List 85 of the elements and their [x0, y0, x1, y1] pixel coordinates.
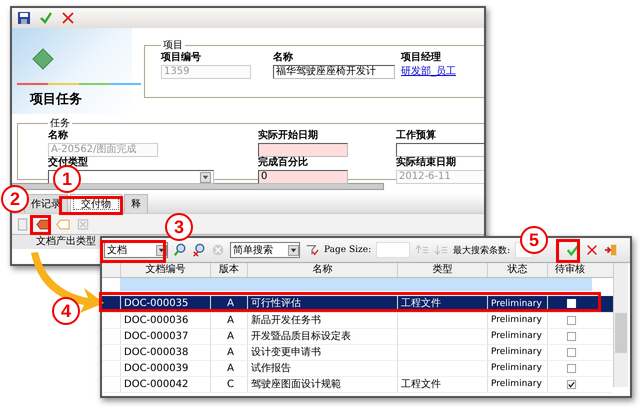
table-row[interactable]: DOC-000042 C 驾驶座图面设计规範 工程文件 Preliminary	[102, 377, 613, 393]
column-header[interactable]: 名称	[247, 263, 397, 277]
caret-icon[interactable]	[200, 172, 211, 182]
save-icon[interactable]	[17, 11, 31, 25]
table-cell: A	[227, 298, 234, 309]
table-cell: Preliminary	[491, 347, 542, 357]
table-cell: 新品开发任务书	[251, 315, 321, 326]
max-results-label: 最大搜索条数:	[453, 244, 510, 256]
table-cell: A	[227, 331, 234, 342]
highlight-frame	[100, 240, 166, 263]
highlight-frame	[556, 239, 580, 263]
table-cell: DOC-000037	[124, 331, 188, 342]
field-label: 名称	[273, 52, 294, 64]
table-cell: Preliminary	[491, 299, 542, 309]
diamond-icon	[32, 48, 54, 70]
table-cell: A	[227, 347, 234, 358]
column-header[interactable]: 状态	[487, 263, 547, 277]
table-cell: DOC-000039	[124, 363, 188, 374]
search-icon[interactable]	[173, 243, 187, 257]
table-cell: 工程文件	[401, 379, 441, 390]
close-icon[interactable]	[585, 243, 599, 257]
step-callout: 5	[520, 226, 548, 254]
table-cell: Preliminary	[491, 315, 542, 325]
table-cell: 试作报告	[251, 363, 291, 374]
table-cell: Preliminary	[491, 363, 542, 373]
checkbox[interactable]	[567, 332, 576, 341]
group-legend: 任务	[48, 116, 72, 130]
checkbox[interactable]	[567, 380, 576, 389]
column-header[interactable]: 类型	[397, 263, 487, 277]
table-row[interactable]: DOC-000039 A 试作报告 Preliminary	[102, 361, 613, 377]
tag-icon[interactable]	[36, 218, 50, 230]
column-header[interactable]: 待审核	[547, 263, 592, 277]
page-size-field[interactable]	[376, 242, 410, 258]
table-cell: DOC-000035	[124, 298, 188, 309]
table-cell: A	[227, 315, 234, 326]
search-mode-dropdown[interactable]: 简单搜索	[230, 242, 300, 258]
scrollbar[interactable]	[613, 263, 628, 387]
table-cell: C	[227, 379, 234, 390]
checkbox[interactable]	[567, 316, 576, 325]
table-cell: 可行性评估	[251, 298, 301, 309]
column-header[interactable]: 文档编号	[120, 263, 210, 277]
field-label: 项目编号	[161, 52, 202, 64]
field-label: 名称	[48, 130, 69, 142]
field-label: 实际开始日期	[258, 130, 319, 142]
page-size-label: Page Size:	[324, 245, 372, 255]
caret-icon[interactable]	[288, 244, 299, 256]
field-label: 完成百分比	[258, 157, 309, 169]
input-field[interactable]	[396, 143, 484, 157]
table-cell: Preliminary	[491, 331, 542, 341]
close-icon[interactable]	[61, 11, 75, 25]
document-type-dropdown[interactable]: 文档	[104, 242, 168, 258]
table-cell: DOC-000038	[124, 347, 188, 358]
checkbox[interactable]	[567, 364, 576, 373]
table-cell: 开发暨品质目标设定表	[251, 331, 351, 342]
checkbox[interactable]	[567, 348, 576, 357]
step-callout: 4	[52, 297, 80, 325]
check-icon[interactable]	[566, 243, 580, 257]
field-label: 项目经理	[401, 52, 442, 64]
clear-search-icon[interactable]	[192, 243, 206, 257]
group-legend: 项目	[161, 38, 185, 52]
table-row[interactable]: DOC-000037 A 开发暨品质目标设定表 Preliminary	[102, 329, 613, 345]
input-field[interactable]: 0	[258, 170, 348, 184]
table-cell: 工程文件	[401, 298, 441, 309]
table-cell: DOC-000036	[124, 315, 188, 326]
table-cell: Preliminary	[491, 379, 542, 389]
field-label: 工作预算	[396, 130, 437, 142]
step-callout: 2	[1, 185, 29, 213]
highlight-frame	[59, 196, 123, 215]
manager-link[interactable]: 研发部_员工	[401, 64, 481, 78]
table-row[interactable]: DOC-000038 A 设计变更申请书 Preliminary	[102, 345, 613, 361]
highlight-frame	[30, 215, 51, 235]
column-header[interactable]: 版本	[210, 263, 247, 277]
table-row[interactable]: DOC-000036 A 新品开发任务书 Preliminary	[102, 313, 613, 329]
input-field[interactable]	[258, 143, 348, 157]
column-header: 文档产出类型	[36, 236, 96, 247]
check-icon[interactable]	[39, 11, 53, 25]
exit-icon[interactable]	[604, 243, 618, 257]
table-cell: 驾驶座图面设计规範	[251, 379, 341, 390]
page-title: 项目任务	[30, 91, 82, 108]
table-cell: 设计变更申请书	[251, 347, 321, 358]
filter-icon[interactable]	[305, 243, 319, 257]
tab[interactable]: 释	[124, 194, 148, 213]
table-cell: A	[227, 363, 234, 374]
table-cell: DOC-000042	[124, 379, 188, 390]
field-label: 实际结束日期	[396, 157, 457, 169]
